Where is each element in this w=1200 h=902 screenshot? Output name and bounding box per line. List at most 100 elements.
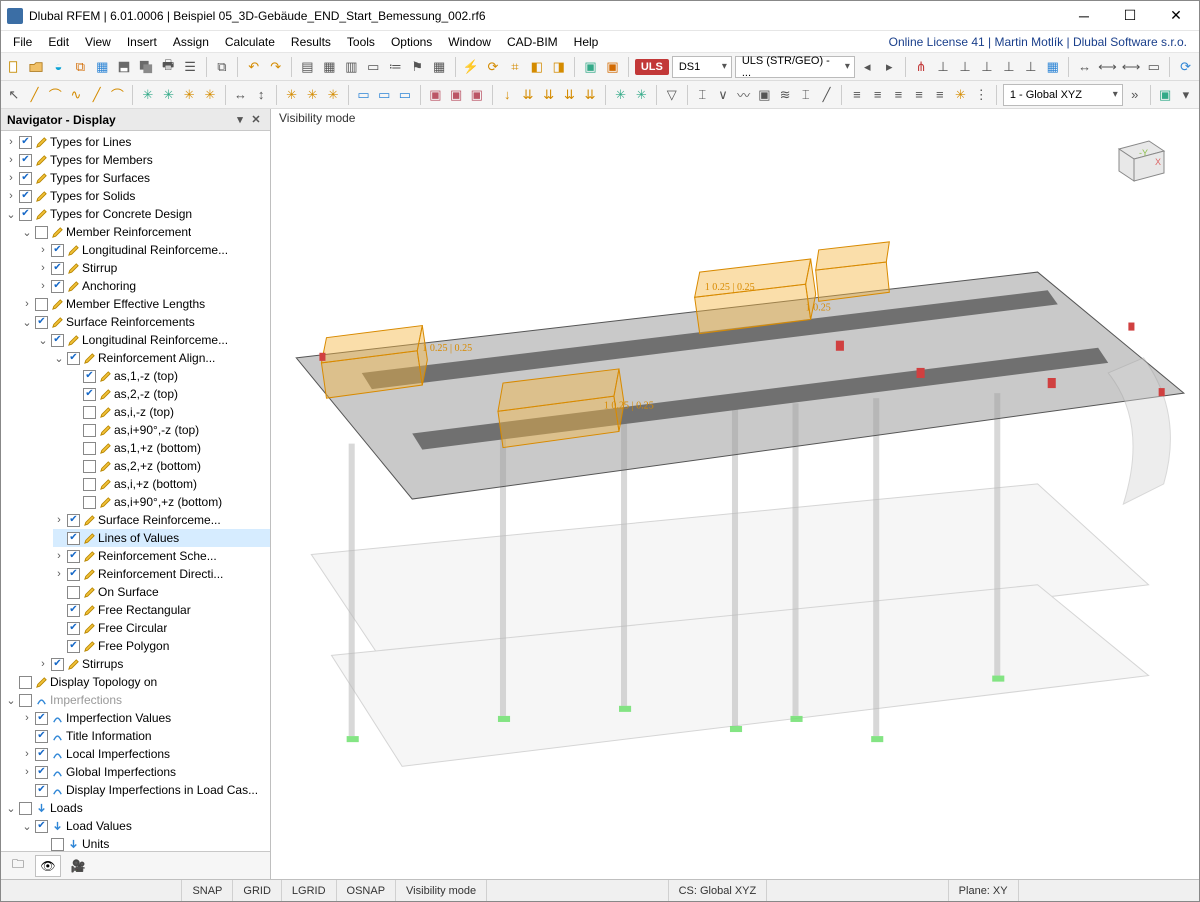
checkbox[interactable] xyxy=(19,190,32,203)
collapse-icon[interactable]: ⌄ xyxy=(21,820,33,833)
tree-row[interactable]: ›Reinforcement Sche... xyxy=(53,547,270,565)
menu-cad-bim[interactable]: CAD-BIM xyxy=(499,33,566,51)
node-load-icon[interactable]: ✳ xyxy=(283,84,301,106)
supports-icon[interactable]: ⋔ xyxy=(912,56,931,78)
checkbox[interactable] xyxy=(83,388,96,401)
axes3-icon[interactable]: ⊥ xyxy=(977,56,996,78)
checkbox[interactable] xyxy=(35,730,48,743)
line-tool-icon[interactable]: ╱ xyxy=(26,84,44,106)
navigator-close-icon[interactable]: ✕ xyxy=(248,113,264,126)
prev-icon[interactable]: ◂ xyxy=(858,56,877,78)
sec5-icon[interactable]: ≋ xyxy=(776,84,794,106)
tree-row[interactable]: ⌄Loads xyxy=(5,799,270,817)
dim1-icon[interactable]: ↔ xyxy=(1075,56,1094,78)
expand-icon[interactable]: › xyxy=(21,766,33,778)
solid2-icon[interactable]: ▣ xyxy=(447,84,465,106)
surface-load-icon[interactable]: ✳ xyxy=(324,84,342,106)
checkbox[interactable] xyxy=(83,424,96,437)
checkbox[interactable] xyxy=(19,676,32,689)
tree-row[interactable]: Free Circular xyxy=(53,619,270,637)
axes1-icon[interactable]: ⊥ xyxy=(934,56,953,78)
checkbox[interactable] xyxy=(83,442,96,455)
polyline-tool-icon[interactable]: ∿ xyxy=(67,84,85,106)
print-icon[interactable]: 🖶 xyxy=(159,56,178,78)
tree-row[interactable]: ›Imperfection Values xyxy=(21,709,270,727)
table1-icon[interactable]: ▤ xyxy=(298,56,317,78)
collapse-icon[interactable]: ⌄ xyxy=(53,352,65,365)
surf1-icon[interactable]: ▭ xyxy=(355,84,373,106)
close-button[interactable]: ✕ xyxy=(1153,1,1199,31)
tree-row[interactable]: as,i,+z (bottom) xyxy=(69,475,270,493)
checkbox[interactable] xyxy=(83,370,96,383)
expand-icon[interactable]: › xyxy=(53,514,65,526)
tree-row[interactable]: ›Stirrups xyxy=(37,655,270,673)
more-icon[interactable]: » xyxy=(1126,84,1144,106)
tree-row[interactable]: ⌄Load Values xyxy=(21,817,270,835)
m3-icon[interactable]: ✳ xyxy=(180,84,198,106)
menu-results[interactable]: Results xyxy=(283,33,339,51)
checkbox[interactable] xyxy=(51,658,64,671)
load4-icon[interactable]: ⇊ xyxy=(561,84,579,106)
tree-row[interactable]: ⌄Imperfections xyxy=(5,691,270,709)
str7-icon[interactable]: ⋮ xyxy=(972,84,990,106)
calculate-icon[interactable]: ⚡ xyxy=(461,56,480,78)
tree-row[interactable]: ›Stirrup xyxy=(37,259,270,277)
checkbox[interactable] xyxy=(35,766,48,779)
member-load-icon[interactable]: ✳ xyxy=(303,84,321,106)
checkbox[interactable] xyxy=(19,694,32,707)
tree-row[interactable]: ›Surface Reinforceme... xyxy=(53,511,270,529)
checkbox[interactable] xyxy=(19,172,32,185)
expand-icon[interactable]: › xyxy=(21,298,33,310)
sec3-icon[interactable]: 〰 xyxy=(735,84,753,106)
sec1-icon[interactable]: ⌶ xyxy=(693,84,711,106)
str2-icon[interactable]: ≡ xyxy=(869,84,887,106)
checkbox[interactable] xyxy=(35,712,48,725)
menu-help[interactable]: Help xyxy=(566,33,607,51)
tree-row[interactable]: ›Member Effective Lengths xyxy=(21,295,270,313)
expand-icon[interactable]: › xyxy=(53,550,65,562)
checkbox[interactable] xyxy=(67,352,80,365)
filter-icon[interactable]: ▽ xyxy=(663,84,681,106)
tree-row[interactable]: ›Types for Surfaces xyxy=(5,169,270,187)
expand-icon[interactable]: › xyxy=(37,244,49,256)
tree-row[interactable]: ›Types for Members xyxy=(5,151,270,169)
view2-icon[interactable]: ▾ xyxy=(1177,84,1195,106)
checkbox[interactable] xyxy=(67,640,80,653)
load1-icon[interactable]: ↓ xyxy=(498,84,516,106)
checkbox[interactable] xyxy=(35,784,48,797)
tree-row[interactable]: On Surface xyxy=(53,583,270,601)
collapse-icon[interactable]: ⌄ xyxy=(5,802,17,815)
checkbox[interactable] xyxy=(67,550,80,563)
expand-icon[interactable]: › xyxy=(53,568,65,580)
solid1-icon[interactable]: ▣ xyxy=(427,84,445,106)
checkbox[interactable] xyxy=(83,478,96,491)
view1-icon[interactable]: ▣ xyxy=(1156,84,1174,106)
checkbox[interactable] xyxy=(35,316,48,329)
load3-icon[interactable]: ⇊ xyxy=(540,84,558,106)
navigator-body[interactable]: ›Types for Lines›Types for Members›Types… xyxy=(1,131,270,851)
checkbox[interactable] xyxy=(35,748,48,761)
collapse-icon[interactable]: ⌄ xyxy=(37,334,49,347)
table3-icon[interactable]: ▥ xyxy=(342,56,361,78)
navigator-dropdown-icon[interactable]: ▾ xyxy=(232,113,248,126)
line4-tool-icon[interactable]: ⌒ xyxy=(109,84,127,106)
expand-icon[interactable]: › xyxy=(5,172,17,184)
tree-row[interactable]: ›Local Imperfections xyxy=(21,745,270,763)
tree-row[interactable]: Display Imperfections in Load Cas... xyxy=(21,781,270,799)
checkbox[interactable] xyxy=(35,298,48,311)
tree-row[interactable]: as,1,+z (bottom) xyxy=(69,439,270,457)
axes5-icon[interactable]: ⊥ xyxy=(1021,56,1040,78)
coordinate-system-combo[interactable]: 1 - Global XYZ xyxy=(1003,84,1123,106)
expand-icon[interactable]: › xyxy=(37,262,49,274)
sec7-icon[interactable]: ╱ xyxy=(818,84,836,106)
tree-row[interactable]: Units xyxy=(37,835,270,851)
update-icon[interactable]: ⟳ xyxy=(1176,56,1195,78)
collapse-icon[interactable]: ⌄ xyxy=(5,694,17,707)
save-icon[interactable] xyxy=(115,56,134,78)
checkbox[interactable] xyxy=(19,208,32,221)
axis-x-icon[interactable]: ↔ xyxy=(232,84,250,106)
model-icon[interactable]: ▦ xyxy=(93,56,112,78)
dim3-icon[interactable]: ⟷ xyxy=(1121,56,1142,78)
tree-row[interactable]: ⌄Surface Reinforcements xyxy=(21,313,270,331)
menu-view[interactable]: View xyxy=(77,33,119,51)
